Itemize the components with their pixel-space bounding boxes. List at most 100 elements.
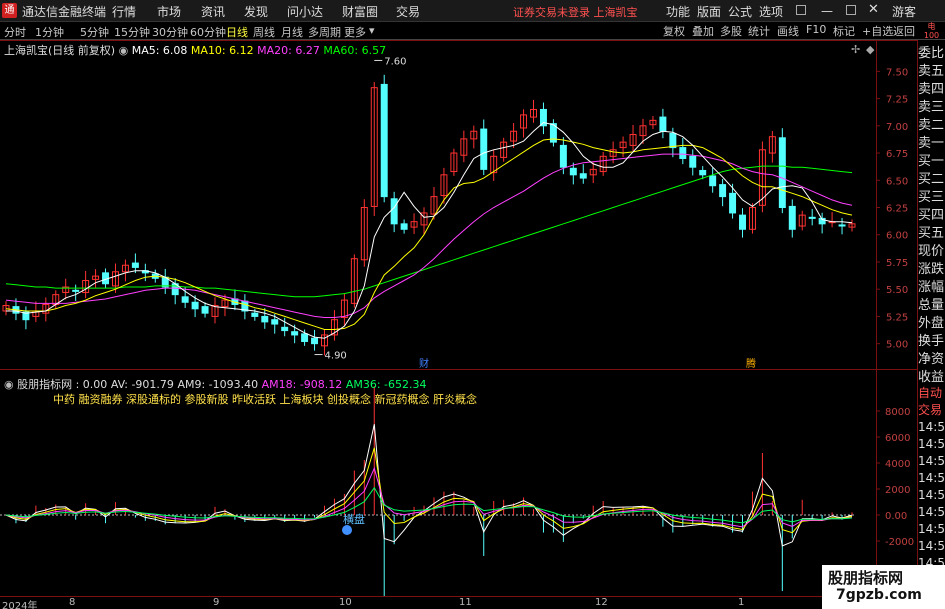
candle-body bbox=[778, 137, 786, 209]
time-label: 9 bbox=[213, 597, 220, 608]
side-item: 涨幅 bbox=[918, 280, 945, 295]
time-label: 10 bbox=[339, 597, 352, 608]
event-marker: 腾 bbox=[746, 357, 756, 370]
tick-time: 14:56 bbox=[918, 488, 945, 502]
sideways-tag: 横盘 bbox=[343, 512, 365, 526]
price-tick-label: 7.00 bbox=[886, 122, 908, 133]
settings-gear-icon[interactable]: ◉ bbox=[119, 44, 132, 57]
price-tick-label: 5.50 bbox=[886, 285, 908, 296]
candle-body bbox=[480, 128, 488, 170]
candle-body bbox=[699, 169, 707, 176]
candle-body bbox=[311, 337, 319, 345]
indicator-value: : 0.00 bbox=[75, 378, 108, 391]
am9-line bbox=[5, 447, 853, 534]
price-tick-label: 5.25 bbox=[886, 312, 908, 323]
candle-body bbox=[719, 184, 727, 198]
tick-time: 交易 bbox=[918, 403, 943, 417]
candle-body bbox=[679, 147, 687, 159]
av-value: AV: -901.79 bbox=[110, 378, 174, 391]
main-legend: 上海凯宝(日线 前复权) ◉ MA5: 6.08 MA10: 6.12 MA20… bbox=[4, 42, 386, 58]
signal-dot-icon bbox=[342, 525, 352, 535]
ind-tick-label: 6000 bbox=[885, 433, 910, 444]
price-tick-label: 7.25 bbox=[886, 95, 908, 106]
indicator-name[interactable]: 股朋指标网 bbox=[17, 378, 72, 391]
candle-body bbox=[569, 167, 577, 176]
side-item: 买四 bbox=[918, 208, 945, 223]
tick-time: 14:56 bbox=[918, 420, 945, 434]
tick-time: 14:56 bbox=[918, 454, 945, 468]
candle-body bbox=[191, 301, 199, 310]
tick-time: 14:56 bbox=[918, 505, 945, 519]
price-axis: 7.50 7.25 7.00 6.75 6.50 6.25 6.00 5.75 5.50 5.25… bbox=[876, 67, 908, 351]
ma10-line bbox=[5, 138, 853, 330]
candle-body bbox=[281, 326, 289, 332]
side-item: 委比 bbox=[918, 46, 945, 61]
candle-body bbox=[729, 192, 737, 214]
side-item: 买三 bbox=[918, 190, 945, 205]
am18-line bbox=[5, 466, 853, 528]
ma5-line bbox=[6, 121, 853, 339]
finance-marker: 财 bbox=[419, 357, 429, 370]
tick-time: 14:56 bbox=[918, 522, 945, 536]
tick-time: 自动 bbox=[918, 386, 943, 400]
tick-side-panel: 自动交易 14:56 14:56 14:56 14:56 14:56 14:56 14:56 1… bbox=[918, 385, 945, 589]
candle-body bbox=[739, 214, 747, 230]
indicator-bars bbox=[15, 386, 853, 609]
candlesticks bbox=[2, 74, 856, 356]
time-label: 2024年 bbox=[2, 601, 38, 609]
move-icon[interactable]: ✢ bbox=[851, 43, 860, 56]
candle-body bbox=[251, 312, 259, 317]
ma-lines bbox=[5, 121, 853, 339]
candle-body bbox=[181, 296, 189, 303]
ind-tick-label: -2000 bbox=[885, 537, 914, 548]
time-label: 1 bbox=[738, 597, 745, 608]
indicator-lines: 横盘 bbox=[5, 424, 853, 547]
side-item: 净资 bbox=[918, 352, 945, 367]
candle-body bbox=[301, 333, 309, 342]
am18-value: AM18: -908.12 bbox=[261, 378, 343, 391]
price-tick-label: 5.75 bbox=[886, 258, 908, 269]
tick-time: 14:56 bbox=[918, 471, 945, 485]
ma10-value: MA10: 6.12 bbox=[190, 44, 254, 57]
side-item: 卖三 bbox=[918, 100, 945, 115]
side-item: 外盘 bbox=[918, 316, 945, 331]
quote-side-panel: 委比 卖五 卖四 卖三 卖二 卖一 买一 买二 买三 买四 买五 现价 涨跌 涨幅 总量 外盘 换手 净资 收益 bbox=[918, 45, 945, 387]
time-label: 11 bbox=[459, 597, 472, 608]
candle-body bbox=[261, 315, 269, 323]
ma60-value: MA60: 6.57 bbox=[323, 44, 387, 57]
indicator-legend: ◉ 股朋指标网 : 0.00 AV: -901.79 AM9: -1093.40… bbox=[4, 376, 427, 392]
watermark-line2: 7gpzb.com bbox=[836, 587, 922, 603]
side-item: 买一 bbox=[918, 154, 945, 169]
side-item: 卖五 bbox=[918, 64, 945, 79]
candle-body bbox=[579, 173, 587, 179]
kline-chart[interactable]: 7.50 7.25 7.00 6.75 6.50 6.25 6.00 5.75 5.50 5.25… bbox=[0, 0, 945, 609]
candle-body bbox=[788, 205, 796, 230]
high-label: 7.60 bbox=[384, 56, 406, 67]
watermark: 股朋指标网 7gpzb.com bbox=[822, 565, 945, 609]
candle-body bbox=[201, 306, 209, 314]
side-item: 卖一 bbox=[918, 136, 945, 151]
side-item: 涨跌 bbox=[918, 262, 945, 277]
concept-tags[interactable]: 中药 融资融券 深股通标的 参股新股 昨收活跃 上海板块 创投概念 新冠药概念 … bbox=[53, 391, 477, 407]
time-label: 12 bbox=[595, 597, 608, 608]
candle-body bbox=[380, 83, 388, 198]
price-tick-label: 7.50 bbox=[886, 67, 908, 78]
price-tick-label: 6.50 bbox=[886, 176, 908, 187]
ind-tick-label: 4000 bbox=[885, 459, 910, 470]
candle-body bbox=[291, 331, 299, 336]
candle-body bbox=[669, 132, 677, 149]
ma20-line bbox=[5, 153, 853, 318]
price-tick-label: 6.25 bbox=[886, 204, 908, 215]
low-label: 4.90 bbox=[325, 351, 347, 362]
indicator-axis: 8000 6000 4000 2000 0.00 -2000 bbox=[0, 407, 914, 548]
pane-close-icon[interactable]: ◆ bbox=[866, 43, 874, 56]
ind-tick-label: 8000 bbox=[885, 407, 910, 418]
am9-value: AM9: -1093.40 bbox=[177, 378, 259, 391]
candle-body bbox=[808, 216, 816, 219]
time-axis: 2024年 8 9 10 11 12 1 bbox=[0, 596, 945, 609]
indicator-gear-icon[interactable]: ◉ bbox=[4, 378, 17, 391]
candle-body bbox=[131, 262, 139, 268]
candle-body bbox=[689, 155, 697, 168]
side-item: 买五 bbox=[918, 226, 945, 241]
side-item: 卖二 bbox=[918, 118, 945, 133]
